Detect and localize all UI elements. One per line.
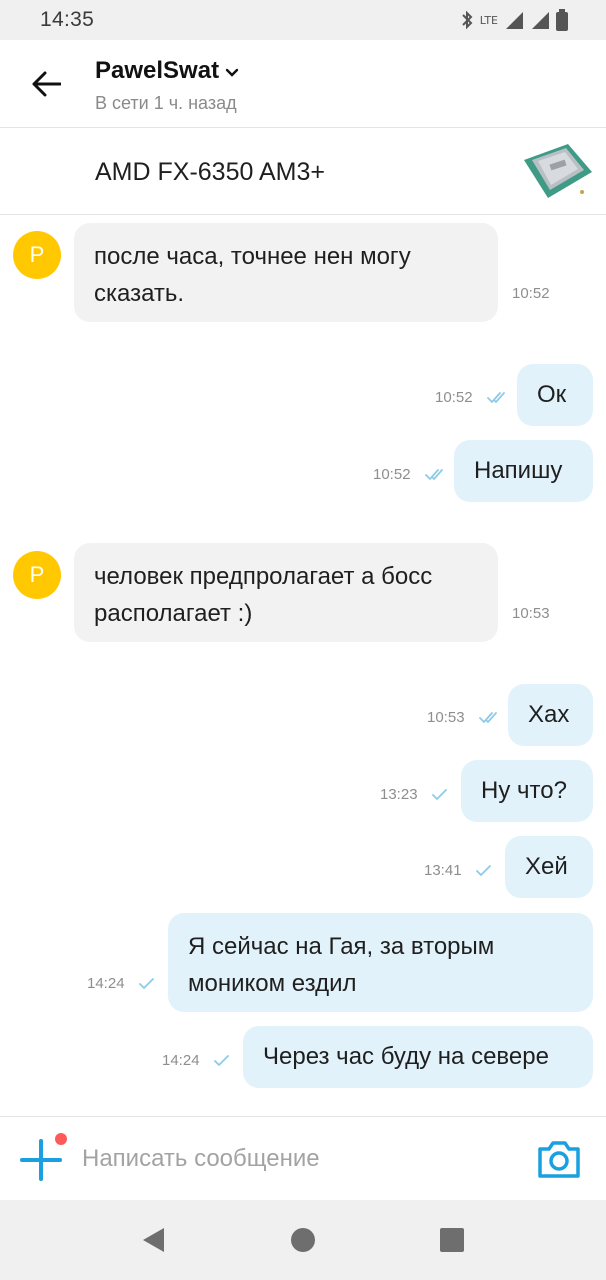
- chevron-down-icon: [225, 57, 239, 85]
- circle-home-icon: [289, 1228, 317, 1258]
- message-bubble-outgoing[interactable]: Напишу: [454, 440, 593, 502]
- status-time: 14:35: [40, 8, 95, 31]
- message-text: Ну что?: [481, 777, 567, 804]
- message-time: 14:24: [162, 1052, 200, 1069]
- network-type: LTE: [479, 13, 498, 27]
- message-bubble-incoming[interactable]: человек предпролагает а босс располагает…: [74, 543, 498, 642]
- check-icon: [432, 788, 448, 807]
- message-input[interactable]: [82, 1139, 502, 1179]
- message-bubble-outgoing[interactable]: Я сейчас на Гая, за вторым моником ездил: [168, 913, 593, 1012]
- battery-icon: [556, 9, 568, 31]
- system-nav-bar: [0, 1200, 606, 1280]
- message-line: располагает :): [94, 600, 253, 627]
- message-bubble-incoming[interactable]: после часа, точнее нен могу сказать.: [74, 223, 498, 322]
- message-time: 10:53: [512, 605, 550, 622]
- message-bubble-outgoing[interactable]: Ну что?: [461, 760, 593, 822]
- message-line: после часа, точнее нен могу: [94, 243, 411, 270]
- listing-title: AMD FX-6350 AM3+: [95, 158, 325, 186]
- nav-back-button[interactable]: [140, 1226, 168, 1254]
- message-time: 10:52: [512, 285, 550, 302]
- status-icons: LTE: [460, 9, 568, 31]
- message-line: Я сейчас на Гая, за вторым: [188, 933, 495, 960]
- message-line: моником ездил: [188, 970, 357, 997]
- bluetooth-icon: [460, 10, 474, 30]
- double-check-icon: [479, 711, 503, 730]
- plus-icon: [18, 1139, 64, 1187]
- message-bubble-outgoing[interactable]: Через час буду на севере: [243, 1026, 593, 1088]
- listing-thumbnail[interactable]: [520, 142, 594, 202]
- message-text: Через час буду на севере: [263, 1043, 549, 1070]
- nav-recents-button[interactable]: [438, 1226, 466, 1254]
- message-text: Напишу: [474, 457, 563, 484]
- check-icon: [139, 977, 155, 996]
- check-icon: [214, 1054, 230, 1073]
- message-list[interactable]: P после часа, точнее нен могу сказать. 1…: [0, 216, 606, 1116]
- listing-card[interactable]: AMD FX-6350 AM3+: [0, 129, 606, 215]
- signal-icon: [504, 10, 524, 30]
- double-check-icon: [425, 468, 449, 487]
- arrow-left-icon: [31, 71, 62, 102]
- message-bubble-outgoing[interactable]: Ок: [517, 364, 593, 426]
- message-text: Ок: [537, 381, 567, 408]
- message-time: 10:52: [373, 466, 411, 483]
- message-line: человек предпролагает а босс: [94, 563, 433, 590]
- avatar[interactable]: P: [13, 231, 61, 279]
- back-button[interactable]: [26, 66, 66, 106]
- contact-name: PawelSwat: [95, 57, 220, 84]
- message-text: Хей: [525, 853, 568, 880]
- message-time: 13:41: [424, 862, 462, 879]
- message-text: Хах: [528, 701, 570, 728]
- contact-status: В сети 1 ч. назад: [95, 93, 237, 113]
- notification-dot: [55, 1133, 67, 1145]
- message-time: 10:52: [435, 389, 473, 406]
- message-time: 14:24: [87, 975, 125, 992]
- message-time: 13:23: [380, 786, 418, 803]
- camera-button[interactable]: [536, 1137, 582, 1181]
- message-time: 10:53: [427, 709, 465, 726]
- message-line: сказать.: [94, 280, 185, 307]
- double-check-icon: [487, 391, 511, 410]
- square-recents-icon: [438, 1228, 466, 1258]
- signal-icon-2: [530, 10, 550, 30]
- camera-icon: [536, 1141, 582, 1185]
- contact-name-dropdown[interactable]: PawelSwat: [95, 57, 239, 85]
- chat-header: PawelSwat В сети 1 ч. назад: [0, 40, 606, 128]
- message-bubble-outgoing[interactable]: Хах: [508, 684, 593, 746]
- triangle-back-icon: [140, 1228, 168, 1258]
- check-icon: [476, 864, 492, 883]
- nav-home-button[interactable]: [289, 1226, 317, 1254]
- avatar[interactable]: P: [13, 551, 61, 599]
- status-bar: 14:35 LTE: [0, 0, 606, 40]
- composer-bar: [0, 1116, 606, 1200]
- message-bubble-outgoing[interactable]: Хей: [505, 836, 593, 898]
